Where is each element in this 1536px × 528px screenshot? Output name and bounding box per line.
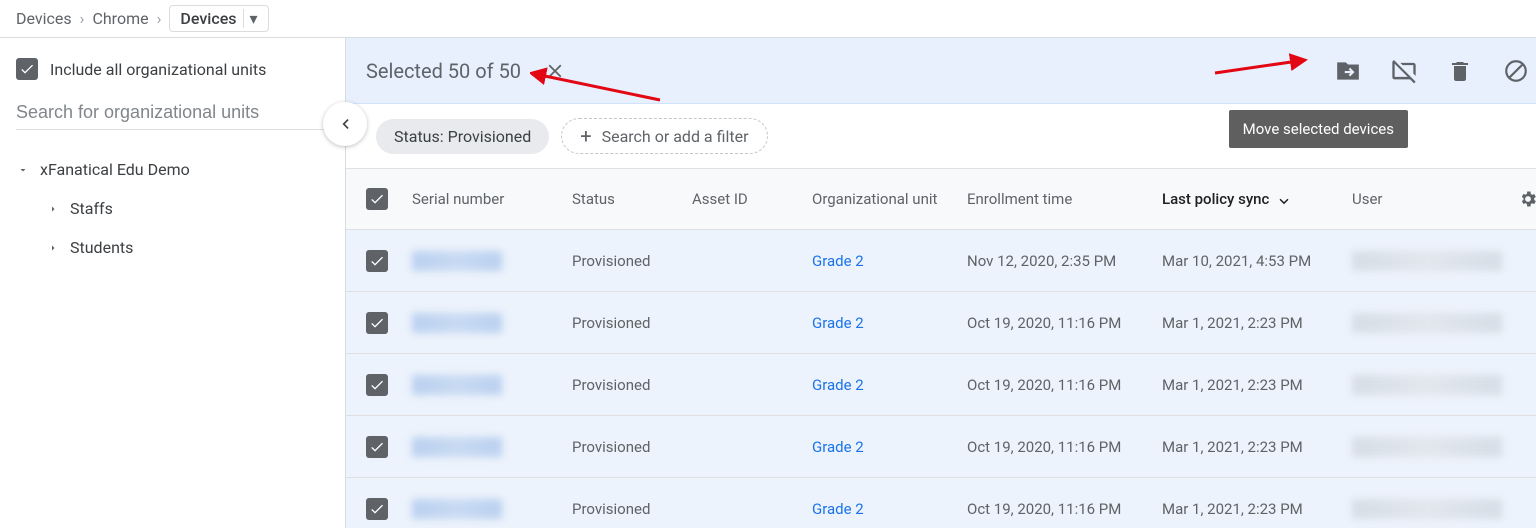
- table-row[interactable]: Provisioned Grade 2 Oct 19, 2020, 11:16 …: [346, 478, 1536, 528]
- org-root-label: xFanatical Edu Demo: [40, 160, 190, 179]
- org-search-input[interactable]: [16, 96, 333, 130]
- chevron-right-icon: ›: [80, 9, 85, 28]
- collapse-sidebar-button[interactable]: [323, 102, 367, 146]
- cell-user: [1348, 499, 1506, 519]
- arrow-down-icon: [1275, 190, 1293, 208]
- breadcrumb: Devices › Chrome › Devices ▾: [0, 0, 1536, 38]
- chevron-right-icon: ›: [157, 9, 162, 28]
- status-filter-chip[interactable]: Status: Provisioned: [376, 119, 549, 154]
- cell-user: [1348, 313, 1506, 333]
- add-filter-button[interactable]: + Search or add a filter: [561, 118, 767, 154]
- cell-org[interactable]: Grade 2: [808, 500, 963, 518]
- breadcrumb-devices[interactable]: Devices: [16, 9, 72, 28]
- org-child-staffs[interactable]: Staffs: [12, 189, 337, 228]
- cell-serial: [408, 499, 568, 519]
- move-tooltip: Move selected devices: [1229, 110, 1408, 148]
- disable-device-button[interactable]: [1390, 57, 1418, 85]
- org-tree: xFanatical Edu Demo Staffs Students: [12, 150, 337, 267]
- cell-serial: [408, 251, 568, 271]
- row-checkbox[interactable]: [366, 374, 388, 396]
- select-all-checkbox[interactable]: [366, 188, 388, 210]
- cell-org[interactable]: Grade 2: [808, 252, 963, 270]
- cell-org[interactable]: Grade 2: [808, 376, 963, 394]
- col-enroll[interactable]: Enrollment time: [963, 190, 1158, 208]
- org-child-label: Students: [70, 238, 133, 257]
- selection-count: Selected 50 of 50: [366, 59, 521, 83]
- include-all-label: Include all organizational units: [50, 60, 266, 79]
- cell-status: Provisioned: [568, 314, 688, 332]
- clear-selection-button[interactable]: [537, 53, 573, 89]
- cell-sync: Mar 1, 2021, 2:23 PM: [1158, 376, 1348, 394]
- org-child-students[interactable]: Students: [12, 228, 337, 267]
- cell-status: Provisioned: [568, 438, 688, 456]
- cell-org[interactable]: Grade 2: [808, 314, 963, 332]
- cell-status: Provisioned: [568, 500, 688, 518]
- main-content: Selected 50 of 50 Move selected devices: [345, 38, 1536, 528]
- col-serial[interactable]: Serial number: [408, 190, 568, 208]
- cell-serial: [408, 375, 568, 395]
- breadcrumb-current-label: Devices: [180, 9, 236, 28]
- include-all-checkbox[interactable]: [16, 58, 38, 80]
- table-header: Serial number Status Asset ID Organizati…: [346, 168, 1536, 230]
- org-root[interactable]: xFanatical Edu Demo: [12, 150, 337, 189]
- table-row[interactable]: Provisioned Grade 2 Nov 12, 2020, 2:35 P…: [346, 230, 1536, 292]
- caret-down-icon: [16, 164, 30, 176]
- table-row[interactable]: Provisioned Grade 2 Oct 19, 2020, 11:16 …: [346, 292, 1536, 354]
- cell-user: [1348, 375, 1506, 395]
- delete-device-button[interactable]: [1446, 57, 1474, 85]
- gear-icon[interactable]: [1518, 189, 1536, 209]
- caret-right-icon: [46, 242, 60, 254]
- cell-sync: Mar 1, 2021, 2:23 PM: [1158, 314, 1348, 332]
- selection-bar: Selected 50 of 50 Move selected devices: [346, 38, 1536, 104]
- cell-sync: Mar 10, 2021, 4:53 PM: [1158, 252, 1348, 270]
- row-checkbox[interactable]: [366, 498, 388, 520]
- org-child-label: Staffs: [70, 199, 113, 218]
- cell-enroll: Oct 19, 2020, 11:16 PM: [963, 438, 1158, 456]
- row-checkbox[interactable]: [366, 436, 388, 458]
- col-status[interactable]: Status: [568, 190, 688, 208]
- cell-enroll: Oct 19, 2020, 11:16 PM: [963, 314, 1158, 332]
- deprovision-device-button[interactable]: [1502, 57, 1530, 85]
- devices-table: Serial number Status Asset ID Organizati…: [346, 168, 1536, 528]
- row-checkbox[interactable]: [366, 250, 388, 272]
- include-all-row: Include all organizational units: [12, 54, 337, 92]
- col-user[interactable]: User: [1348, 190, 1506, 208]
- cell-enroll: Nov 12, 2020, 2:35 PM: [963, 252, 1158, 270]
- caret-down-icon: ▾: [243, 9, 264, 28]
- cell-user: [1348, 251, 1506, 271]
- col-org[interactable]: Organizational unit: [808, 190, 963, 208]
- col-sync[interactable]: Last policy sync: [1158, 190, 1348, 208]
- cell-serial: [408, 437, 568, 457]
- plus-icon: +: [580, 126, 591, 146]
- add-filter-label: Search or add a filter: [602, 127, 749, 146]
- cell-status: Provisioned: [568, 252, 688, 270]
- cell-enroll: Oct 19, 2020, 11:16 PM: [963, 376, 1158, 394]
- sidebar: Include all organizational units xFanati…: [0, 38, 345, 528]
- cell-enroll: Oct 19, 2020, 11:16 PM: [963, 500, 1158, 518]
- move-device-button[interactable]: [1334, 57, 1362, 85]
- cell-status: Provisioned: [568, 376, 688, 394]
- cell-sync: Mar 1, 2021, 2:23 PM: [1158, 500, 1348, 518]
- cell-user: [1348, 437, 1506, 457]
- col-asset[interactable]: Asset ID: [688, 190, 808, 208]
- cell-serial: [408, 313, 568, 333]
- table-row[interactable]: Provisioned Grade 2 Oct 19, 2020, 11:16 …: [346, 416, 1536, 478]
- breadcrumb-chrome[interactable]: Chrome: [92, 9, 148, 28]
- col-sync-label: Last policy sync: [1162, 190, 1269, 208]
- breadcrumb-current-dropdown[interactable]: Devices ▾: [169, 5, 268, 32]
- cell-sync: Mar 1, 2021, 2:23 PM: [1158, 438, 1348, 456]
- caret-right-icon: [46, 203, 60, 215]
- table-row[interactable]: Provisioned Grade 2 Oct 19, 2020, 11:16 …: [346, 354, 1536, 416]
- row-checkbox[interactable]: [366, 312, 388, 334]
- cell-org[interactable]: Grade 2: [808, 438, 963, 456]
